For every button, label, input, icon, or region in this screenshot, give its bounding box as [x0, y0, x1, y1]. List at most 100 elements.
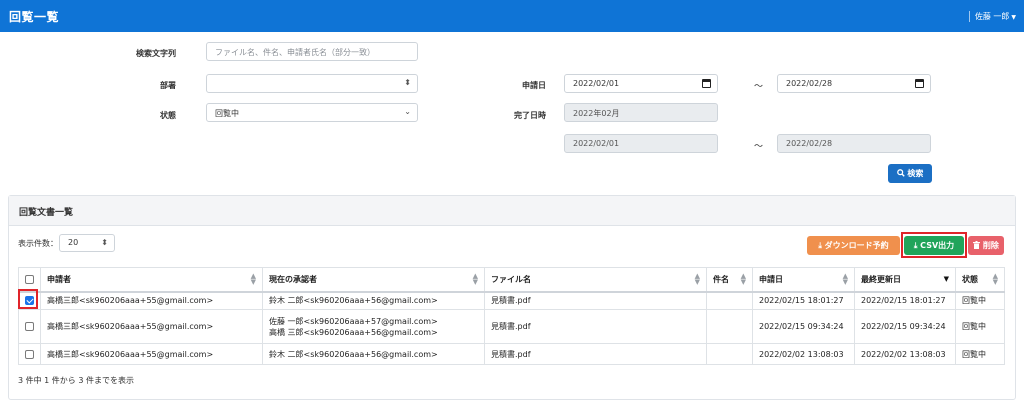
- document-table: 申請者 ▲ ▼ 現在の承認者 ▲ ▼ ファイル名 ▲ ▼ 件名 ▲ ▼ 申請日 ▲ ▼ 最終更新日 ▼…: [18, 267, 1005, 365]
- status-label: 状態: [160, 111, 176, 120]
- column-label: 状態: [962, 274, 978, 284]
- complete-month-field: 2022年02月: [564, 103, 718, 122]
- subject-cell: [706, 309, 753, 344]
- page-size-label: 表示件数：: [18, 239, 58, 248]
- table-summary: 3 件中 1 件から 3 件までを表示: [18, 376, 134, 385]
- status-select[interactable]: 回覧中 ⌄: [206, 103, 418, 122]
- sort-icon: ▲ ▼: [842, 272, 848, 286]
- applicant-cell: 高橋三郎<sk960206aaa+55@gmail.com>: [40, 309, 263, 344]
- highlight-box: [18, 289, 38, 309]
- complete-date-from: 2022/02/01: [564, 134, 718, 153]
- row-select-cell: [18, 343, 41, 365]
- download-button-label: ダウンロード予約: [824, 241, 889, 250]
- updated-cell: 2022/02/15 18:01:27: [854, 291, 956, 310]
- delete-button[interactable]: 削除: [968, 236, 1004, 255]
- keyword-label: 検索文字列: [136, 49, 176, 58]
- calendar-icon[interactable]: [702, 79, 711, 88]
- download-icon: ⤓: [818, 241, 822, 250]
- column-header-updated[interactable]: 最終更新日 ▼: [854, 267, 956, 293]
- column-header-subject[interactable]: 件名 ▲ ▼: [706, 267, 753, 293]
- status-select-value: 回覧中: [215, 109, 239, 118]
- sort-icon: ▲ ▼: [694, 272, 700, 286]
- filename-cell: 見積書.pdf: [484, 343, 707, 365]
- search-button-label: 検索: [907, 169, 924, 178]
- applied-cell: 2022/02/15 18:01:27: [752, 291, 855, 310]
- sort-desc-icon: ▼: [943, 275, 949, 283]
- status-cell: 回覧中: [955, 291, 1005, 310]
- sort-arrows-icon: ⬍: [101, 238, 108, 247]
- filename-cell: 見積書.pdf: [484, 309, 707, 344]
- updated-cell: 2022/02/15 09:34:24: [854, 309, 956, 344]
- approver-line: 鈴木 二郎<sk960206aaa+56@gmail.com>: [269, 296, 438, 306]
- approver-cell: 鈴木 二郎<sk960206aaa+56@gmail.com>: [262, 291, 485, 310]
- complete-date-label: 完了日時: [514, 111, 546, 120]
- row-select-cell: [18, 309, 41, 344]
- row-checkbox[interactable]: [25, 322, 34, 331]
- apply-date-to[interactable]: 2022/02/28: [777, 74, 931, 93]
- caret-down-icon: ▼: [1011, 14, 1016, 21]
- column-header-approver[interactable]: 現在の承認者 ▲ ▼: [262, 267, 485, 293]
- chevron-down-icon: ⌄: [404, 107, 411, 116]
- calendar-icon[interactable]: [915, 79, 924, 88]
- delete-button-label: 削除: [982, 241, 999, 250]
- updated-cell: 2022/02/02 13:08:03: [854, 343, 956, 365]
- applied-cell: 2022/02/15 09:34:24: [752, 309, 855, 344]
- range-separator: ～: [754, 82, 764, 92]
- table-row[interactable]: 高橋三郎<sk960206aaa+55@gmail.com> 鈴木 二郎<sk9…: [18, 343, 1005, 365]
- column-header-applied[interactable]: 申請日 ▲ ▼: [752, 267, 855, 293]
- table-row[interactable]: 高橋三郎<sk960206aaa+55@gmail.com> 鈴木 二郎<sk9…: [18, 291, 1005, 310]
- dept-select[interactable]: ⬍: [206, 74, 418, 93]
- column-label: ファイル名: [491, 274, 531, 284]
- column-label: 件名: [713, 274, 729, 284]
- approver-line: 高橋 三郎<sk960206aaa+56@gmail.com>: [269, 327, 438, 337]
- column-label: 申請者: [47, 274, 71, 284]
- keyword-input[interactable]: ファイル名、件名、申請者氏名（部分一致）: [206, 42, 418, 61]
- subject-cell: [706, 343, 753, 365]
- search-icon: [896, 169, 905, 177]
- approver-cell: 佐藤 一郎<sk960206aaa+57@gmail.com> 高橋 三郎<sk…: [262, 309, 485, 344]
- apply-date-to-value: 2022/02/28: [786, 79, 833, 88]
- download-reservation-button[interactable]: ⤓ ダウンロード予約: [807, 236, 900, 255]
- column-label: 現在の承認者: [269, 274, 317, 284]
- status-cell: 回覧中: [955, 309, 1005, 344]
- sort-icon: ▲ ▼: [992, 272, 998, 286]
- sort-arrows-icon: ⬍: [404, 78, 411, 87]
- sort-icon: ▲ ▼: [472, 272, 478, 286]
- select-all-checkbox[interactable]: [25, 274, 34, 284]
- page-size-select[interactable]: 20 ⬍: [59, 234, 115, 252]
- user-menu[interactable]: 佐藤 一郎 ▼: [968, 11, 1016, 22]
- sort-icon: ▲ ▼: [740, 272, 746, 286]
- column-label: 申請日: [759, 274, 783, 284]
- page-title: 回覧一覧: [9, 10, 60, 24]
- dept-label: 部署: [160, 81, 176, 90]
- applied-cell: 2022/02/02 13:08:03: [752, 343, 855, 365]
- sort-icon: ▲ ▼: [250, 272, 256, 286]
- panel-header: 回覧文書一覧: [9, 196, 1015, 226]
- select-all-cell: [18, 267, 41, 293]
- column-header-status[interactable]: 状態 ▲ ▼: [955, 267, 1005, 293]
- approver-cell: 鈴木 二郎<sk960206aaa+56@gmail.com>: [262, 343, 485, 365]
- top-bar: 回覧一覧 佐藤 一郎 ▼: [0, 0, 1024, 32]
- range-separator: ～: [754, 142, 764, 152]
- status-cell: 回覧中: [955, 343, 1005, 365]
- table-row[interactable]: 高橋三郎<sk960206aaa+55@gmail.com> 佐藤 一郎<sk9…: [18, 309, 1005, 344]
- row-checkbox[interactable]: [25, 349, 34, 359]
- apply-date-from-value: 2022/02/01: [573, 79, 620, 88]
- apply-date-label: 申請日: [522, 81, 546, 90]
- trash-icon: [973, 241, 981, 249]
- approver-line: 佐藤 一郎<sk960206aaa+57@gmail.com>: [269, 316, 438, 326]
- applicant-cell: 高橋三郎<sk960206aaa+55@gmail.com>: [40, 343, 263, 365]
- subject-cell: [706, 291, 753, 310]
- column-header-filename[interactable]: ファイル名 ▲ ▼: [484, 267, 707, 293]
- highlight-box: [901, 232, 967, 258]
- search-button[interactable]: 検索: [888, 164, 932, 183]
- filename-cell: 見積書.pdf: [484, 291, 707, 310]
- column-header-applicant[interactable]: 申請者 ▲ ▼: [40, 267, 263, 293]
- table-header-row: 申請者 ▲ ▼ 現在の承認者 ▲ ▼ ファイル名 ▲ ▼ 件名 ▲ ▼ 申請日 ▲ ▼ 最終更新日 ▼…: [18, 267, 1005, 293]
- apply-date-from[interactable]: 2022/02/01: [564, 74, 718, 93]
- user-name: 佐藤 一郎: [974, 12, 1010, 21]
- column-label: 最終更新日: [861, 274, 901, 284]
- page-size-value: 20: [68, 238, 79, 247]
- approver-line: 鈴木 二郎<sk960206aaa+56@gmail.com>: [269, 349, 438, 359]
- complete-date-to: 2022/02/28: [777, 134, 931, 153]
